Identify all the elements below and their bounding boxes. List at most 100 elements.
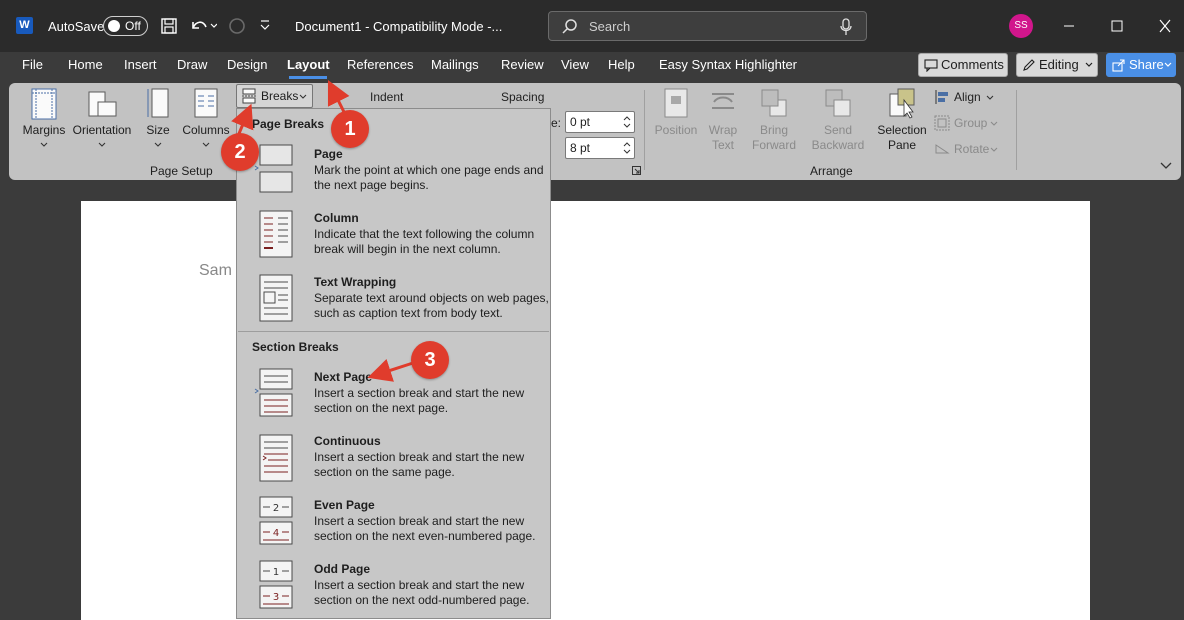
break-item-description: Mark the point at which one page ends an… (314, 163, 544, 192)
share-label: Share (1129, 57, 1164, 72)
annotation-badge-step-2: 2 (221, 133, 259, 171)
undo-icon[interactable] (189, 16, 218, 36)
annotation-badge-step-1: 1 (331, 110, 369, 148)
search-icon (562, 19, 577, 34)
tab-easy-syntax-highlighter[interactable]: Easy Syntax Highlighter (659, 57, 797, 77)
search-box[interactable]: Search (548, 11, 867, 41)
comments-label: Comments (941, 57, 1004, 72)
chevron-down-icon (154, 142, 162, 147)
text-wrapping-break-icon (259, 274, 293, 322)
svg-text:4: 4 (273, 528, 279, 539)
chevron-down-icon (990, 147, 998, 152)
group-label: Group (954, 116, 988, 130)
columns-label: Columns (182, 123, 230, 137)
breaks-button[interactable]: Breaks (236, 84, 313, 108)
page-setup-group-label: Page Setup (150, 164, 213, 178)
wrap-text-icon (712, 93, 734, 109)
page-break-icon (254, 144, 293, 193)
break-item-title: Odd Page (314, 562, 371, 576)
send-backward-button: Send Backward (804, 88, 872, 154)
rotate-icon (935, 144, 950, 154)
spinner-arrows-icon[interactable] (623, 141, 631, 155)
send-backward-icon (825, 89, 851, 117)
ribbon-separator (644, 90, 645, 170)
spacing-before-label: e: (551, 116, 562, 130)
chevron-down-icon (202, 142, 210, 147)
selection-pane-label-1: Selection (877, 123, 927, 137)
align-button[interactable]: Align (934, 88, 1000, 106)
tab-file[interactable]: File (22, 57, 43, 77)
collapse-ribbon-icon[interactable] (1160, 162, 1172, 170)
wrap-text-label-2: Text (711, 138, 734, 152)
microphone-icon[interactable] (839, 18, 853, 36)
spacing-before-value: 0 pt (570, 115, 591, 129)
breaks-icon (242, 88, 256, 104)
chevron-down-icon (40, 142, 48, 147)
paragraph-dialog-launcher-icon[interactable] (632, 166, 641, 175)
break-item-title: Page (314, 147, 343, 161)
chevron-down-icon (986, 95, 994, 100)
autosave-state: Off (125, 19, 141, 33)
comments-button[interactable]: Comments (918, 53, 1008, 77)
breaks-label: Breaks (261, 89, 299, 103)
break-item-title: Next Page (314, 370, 373, 384)
tab-layout[interactable]: Layout (287, 57, 330, 77)
document-text[interactable]: Sam (199, 262, 232, 280)
break-item-description: Insert a section break and start the new… (314, 578, 530, 607)
share-icon (1112, 59, 1125, 72)
orientation-button[interactable]: Orientation (70, 88, 134, 152)
chevron-down-icon (299, 94, 307, 99)
tab-home[interactable]: Home (68, 57, 103, 77)
annotation-badge-step-3: 3 (411, 341, 449, 379)
spacing-before-input[interactable]: 0 pt (565, 111, 635, 133)
tab-help[interactable]: Help (608, 57, 635, 77)
svg-text:2: 2 (273, 503, 279, 514)
autosave-toggle[interactable]: Off (103, 16, 148, 36)
align-label: Align (954, 90, 981, 104)
minimize-button[interactable] (1054, 12, 1084, 40)
size-button[interactable]: Size (142, 88, 174, 152)
document-page[interactable] (81, 201, 1090, 620)
spinner-arrows-icon[interactable] (623, 115, 631, 129)
bring-forward-icon (761, 89, 787, 117)
group-icon (934, 115, 950, 131)
user-avatar[interactable]: SS (1009, 14, 1033, 38)
next-page-break-icon (254, 368, 293, 417)
tab-references[interactable]: References (347, 57, 413, 77)
arrange-group-label: Arrange (810, 164, 853, 178)
close-button[interactable] (1150, 12, 1180, 40)
columns-icon (194, 88, 218, 118)
tab-review[interactable]: Review (501, 57, 544, 77)
customize-toolbar-icon[interactable] (259, 18, 271, 32)
position-button: Position (650, 88, 702, 154)
tab-view[interactable]: View (561, 57, 589, 77)
editing-mode-button[interactable]: Editing (1016, 53, 1098, 77)
even-page-break-icon: 24 (259, 496, 293, 545)
tab-draw[interactable]: Draw (177, 57, 207, 77)
margins-button[interactable]: Margins (20, 88, 68, 152)
spacing-after-input[interactable]: 8 pt (565, 137, 635, 159)
column-break-icon (259, 210, 293, 258)
maximize-button[interactable] (1102, 12, 1132, 40)
tab-mailings[interactable]: Mailings (431, 57, 479, 77)
pencil-icon (1023, 59, 1035, 71)
chevron-down-icon (98, 142, 106, 147)
share-button[interactable]: Share (1106, 53, 1176, 77)
align-icon (935, 90, 948, 104)
menu-divider (238, 331, 549, 332)
document-title: Document1 - Compatibility Mode -... (295, 19, 503, 34)
wrap-text-button: Wrap Text (702, 88, 744, 154)
tab-insert[interactable]: Insert (124, 57, 157, 77)
bring-forward-label-1: Bring (759, 123, 788, 137)
tab-design[interactable]: Design (227, 57, 267, 77)
break-item-description: Insert a section break and start the new… (314, 514, 536, 543)
redo-icon (227, 16, 247, 36)
position-icon (664, 88, 688, 118)
comment-icon (924, 59, 938, 72)
save-icon[interactable] (160, 17, 178, 35)
chevron-down-icon (1085, 62, 1093, 67)
margins-icon (31, 88, 57, 120)
size-label: Size (146, 123, 170, 137)
selection-pane-button[interactable]: Selection Pane (874, 88, 930, 154)
selection-pane-icon (889, 88, 915, 119)
